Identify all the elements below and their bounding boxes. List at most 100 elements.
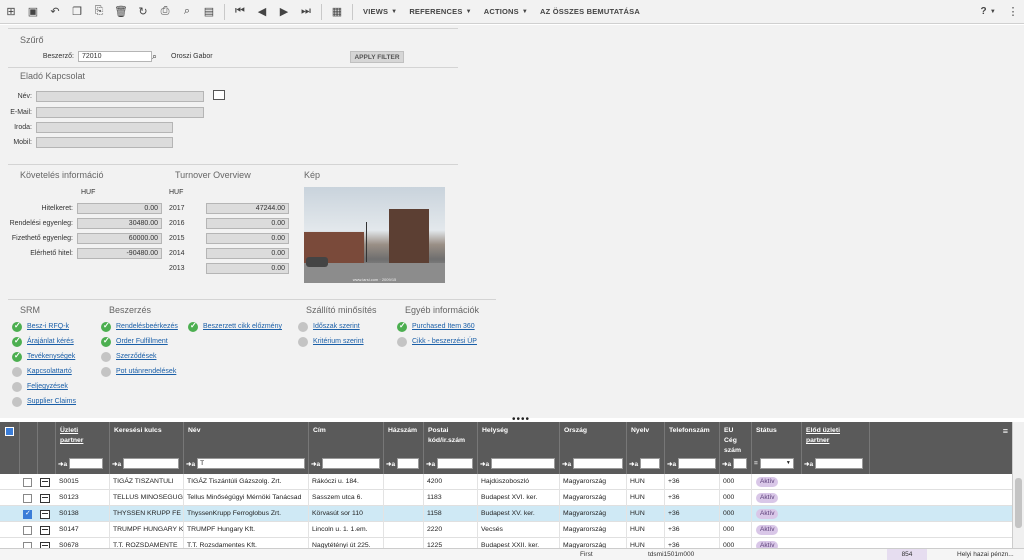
- grid-col-house[interactable]: Házszám ➜a: [384, 422, 424, 474]
- save-icon[interactable]: ▣: [22, 0, 44, 24]
- copy-icon[interactable]: ⎘: [88, 0, 110, 24]
- filter-equals-icon[interactable]: =: [754, 460, 758, 467]
- filter-mode-icon[interactable]: ➜a: [629, 460, 638, 468]
- row-checkbox[interactable]: [23, 526, 32, 535]
- grid-col-predecessor-label[interactable]: Előd üzleti partner: [806, 426, 858, 446]
- more-options-icon[interactable]: ⋮: [1002, 0, 1024, 24]
- first-record-icon[interactable]: ⏮: [229, 0, 251, 24]
- filter-mode-icon[interactable]: ➜a: [804, 460, 813, 468]
- purchasing-link-contracts[interactable]: Szerződések: [116, 353, 156, 360]
- filter-house-input[interactable]: [397, 458, 420, 469]
- row-checkbox[interactable]: [23, 494, 32, 503]
- apply-filter-button[interactable]: APPLY FILTER: [350, 51, 404, 63]
- grid-col-zip[interactable]: Postai kód/ir.szám ➜a: [424, 422, 478, 474]
- open-record-icon[interactable]: [40, 494, 50, 503]
- menu-views[interactable]: VIEWS ▼: [357, 0, 403, 24]
- filter-mode-icon[interactable]: ➜a: [426, 460, 435, 468]
- qualification-link-criteria[interactable]: Kritérium szerint: [313, 338, 364, 345]
- contact-card-icon[interactable]: [213, 90, 225, 100]
- row-checkbox[interactable]: [23, 478, 32, 487]
- cell-country: Magyarország: [560, 490, 627, 506]
- grid-col-status[interactable]: Státus = ▼: [752, 422, 802, 474]
- srm-link-claims[interactable]: Supplier Claims: [27, 398, 76, 405]
- open-record-icon[interactable]: [40, 526, 50, 535]
- table-row[interactable]: S0147 TRUMPF HUNGARY K TRUMPF Hungary Kft.…: [0, 522, 1012, 538]
- open-record-icon[interactable]: [40, 478, 50, 487]
- purchasing-link-reorders[interactable]: Pot utánrendelések: [116, 368, 176, 375]
- grid-col-select[interactable]: [0, 422, 20, 474]
- filter-mode-icon[interactable]: ➜a: [480, 460, 489, 468]
- new-record-icon[interactable]: ⊞: [0, 0, 22, 24]
- grid-col-name[interactable]: Név ➜a T: [184, 422, 309, 474]
- payable-balance-value: 60000.00: [77, 233, 162, 244]
- srm-link-activities[interactable]: Tevékenységek: [27, 353, 75, 360]
- grid-col-partner-label[interactable]: Üzleti partner: [60, 426, 100, 446]
- filter-status-select[interactable]: ▼: [759, 458, 794, 469]
- undo-icon[interactable]: ↶: [44, 0, 66, 24]
- search-icon[interactable]: ⌕: [176, 0, 198, 24]
- table-row[interactable]: S0138THYSSEN KRUPP FEThyssenKrupp Ferrog…: [0, 506, 1012, 522]
- filter-search-key-input[interactable]: [123, 458, 180, 469]
- filter-mode-icon[interactable]: ➜a: [386, 460, 395, 468]
- filter-country-input[interactable]: [573, 458, 624, 469]
- search-icon[interactable]: ⌕: [152, 51, 157, 62]
- qualification-link-period[interactable]: Időszak szerint: [313, 323, 360, 330]
- grid-col-country[interactable]: Ország ➜a: [560, 422, 627, 474]
- grid-col-predecessor[interactable]: Előd üzleti partner ➜a: [802, 422, 870, 474]
- filter-zip-input[interactable]: [437, 458, 474, 469]
- filter-mode-icon[interactable]: ➜a: [722, 460, 731, 468]
- next-record-icon[interactable]: ▶: [273, 0, 295, 24]
- last-record-icon[interactable]: ⏭: [295, 0, 317, 24]
- grid-col-search-key[interactable]: Keresési kulcs ➜a: [110, 422, 184, 474]
- purchasing-link-receipts[interactable]: Rendelésbeérkezés: [116, 323, 178, 330]
- help-menu[interactable]: ? ▼: [975, 0, 1002, 24]
- purchasing-link-item-history[interactable]: Beszerzett cikk előzmény: [203, 323, 282, 330]
- filter-mode-icon[interactable]: ➜a: [667, 460, 676, 468]
- grid-col-partner[interactable]: Üzleti partner ➜a: [56, 422, 110, 474]
- export-icon[interactable]: ▤: [198, 0, 220, 24]
- filter-partner-input[interactable]: [69, 458, 104, 469]
- filter-address-input[interactable]: [322, 458, 381, 469]
- print-icon[interactable]: ⎙: [154, 0, 176, 24]
- table-row[interactable]: S0123 TELLUS MINOSEGUG Tellus Minőségügyi …: [0, 490, 1012, 506]
- grid-scrollbar[interactable]: [1012, 422, 1024, 548]
- previous-record-icon[interactable]: ◀: [251, 0, 273, 24]
- srm-link-quote-request[interactable]: Árajánlat kérés: [27, 338, 74, 345]
- filter-mode-icon[interactable]: ➜a: [562, 460, 571, 468]
- srm-link-contacts[interactable]: Kapcsolattartó: [27, 368, 72, 375]
- other-link-item-360[interactable]: Purchased Item 360: [412, 323, 475, 330]
- row-checkbox[interactable]: [23, 509, 32, 519]
- open-record-icon[interactable]: [40, 510, 50, 519]
- column-settings-icon[interactable]: ≡: [1003, 426, 1008, 436]
- grid-col-city[interactable]: Helység ➜a: [478, 422, 560, 474]
- menu-actions[interactable]: ACTIONS ▼: [478, 0, 534, 24]
- menu-references[interactable]: REFERENCES ▼: [403, 0, 477, 24]
- calendar-icon[interactable]: ▦: [326, 0, 348, 24]
- menu-show-all[interactable]: AZ ÖSSZES BEMUTATÁSA: [534, 0, 646, 24]
- grid-col-eu[interactable]: EU Cég szám ➜a: [720, 422, 752, 474]
- filter-mode-icon[interactable]: ➜a: [311, 460, 320, 468]
- supplier-input[interactable]: 72010: [78, 51, 152, 62]
- filter-name-input[interactable]: T: [197, 458, 306, 469]
- table-row[interactable]: S0015 TIGÁZ TISZANTULI TIGÁZ Tiszántúli Gá…: [0, 474, 1012, 490]
- filter-phone-input[interactable]: [678, 458, 717, 469]
- srm-link-notes[interactable]: Feljegyzések: [27, 383, 68, 390]
- select-all-checkbox[interactable]: [5, 427, 14, 436]
- grid-col-phone[interactable]: Telefonszám ➜a: [665, 422, 720, 474]
- filter-mode-icon[interactable]: ➜a: [112, 460, 121, 468]
- filter-mode-icon[interactable]: ➜a: [186, 460, 195, 468]
- filter-predecessor-input[interactable]: [815, 458, 864, 469]
- grid-col-language[interactable]: Nyelv ➜a: [627, 422, 665, 474]
- grid-col-address[interactable]: Cím ➜a: [309, 422, 384, 474]
- filter-eu-input[interactable]: [733, 458, 748, 469]
- scrollbar-thumb[interactable]: [1015, 478, 1022, 528]
- refresh-icon[interactable]: ↻: [132, 0, 154, 24]
- filter-mode-icon[interactable]: ➜a: [58, 460, 67, 468]
- purchasing-link-fulfillment[interactable]: Order Fulfillment: [116, 338, 168, 345]
- delete-icon[interactable]: 🗑: [110, 0, 132, 24]
- srm-link-rfq[interactable]: Besz-i RFQ-k: [27, 323, 69, 330]
- duplicate-icon[interactable]: ❐: [66, 0, 88, 24]
- other-link-item-purchase[interactable]: Cikk - beszerzési ÚP: [412, 338, 477, 345]
- filter-city-input[interactable]: [491, 458, 556, 469]
- filter-language-input[interactable]: [640, 458, 661, 469]
